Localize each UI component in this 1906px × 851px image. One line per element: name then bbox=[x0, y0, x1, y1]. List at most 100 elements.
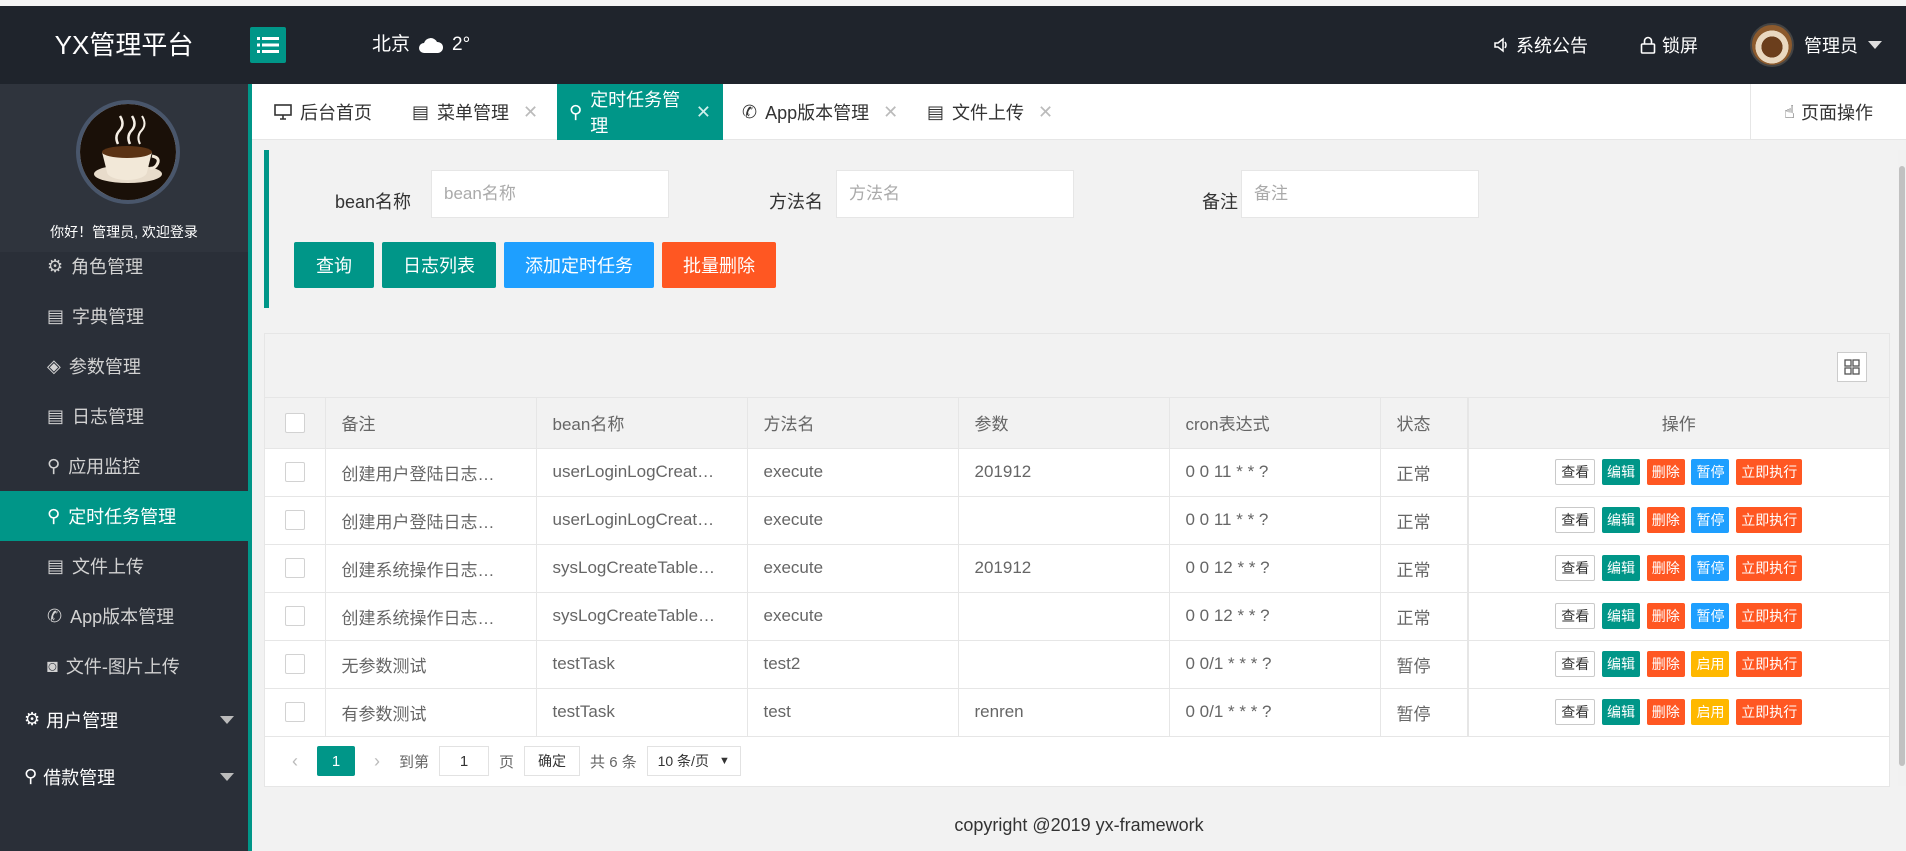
row-checkbox[interactable] bbox=[284, 654, 305, 675]
lock-screen-link[interactable]: 锁屏 bbox=[1640, 32, 1698, 58]
close-icon[interactable]: ✕ bbox=[523, 102, 538, 123]
pause-button[interactable]: 暂停 bbox=[1691, 507, 1730, 533]
pause-button[interactable]: 暂停 bbox=[1691, 555, 1730, 581]
cloud-icon bbox=[419, 38, 444, 53]
delete-button[interactable]: 删除 bbox=[1646, 507, 1685, 533]
method-name-input[interactable] bbox=[836, 170, 1074, 218]
run-now-button[interactable]: 立即执行 bbox=[1736, 459, 1803, 485]
batch-delete-button[interactable]: 批量删除 bbox=[662, 242, 776, 288]
view-button[interactable]: 查看 bbox=[1555, 603, 1596, 629]
delete-button[interactable]: 删除 bbox=[1646, 555, 1685, 581]
add-task-button[interactable]: 添加定时任务 bbox=[504, 242, 654, 288]
view-button[interactable]: 查看 bbox=[1555, 459, 1596, 485]
user-menu[interactable]: 管理员 bbox=[1750, 23, 1882, 67]
remark-input[interactable] bbox=[1241, 170, 1479, 218]
row-checkbox[interactable] bbox=[284, 462, 305, 483]
tab-file-upload[interactable]: ▤ 文件上传 ✕ bbox=[915, 84, 1065, 140]
sidebar-item-file-upload[interactable]: ▤ 文件上传 bbox=[0, 541, 248, 591]
select-all-checkbox[interactable] bbox=[284, 413, 305, 433]
tab-scheduled-tasks[interactable]: ⚲ 定时任务管理 ✕ bbox=[557, 84, 723, 140]
column-header[interactable]: bean名称 bbox=[536, 398, 748, 449]
sidebar-item-monitor[interactable]: ⚲ 应用监控 bbox=[0, 441, 248, 491]
page-operations-button[interactable]: ☝ 页面操作 bbox=[1750, 84, 1906, 140]
page-scrollbar[interactable] bbox=[1898, 150, 1906, 786]
table-row[interactable]: 有参数测试 testTask test renren 0 0/1 * * * ? 暂停 查… bbox=[265, 688, 1890, 737]
run-now-button[interactable]: 立即执行 bbox=[1736, 507, 1803, 533]
view-button[interactable]: 查看 bbox=[1555, 507, 1596, 533]
columns-filter-icon[interactable] bbox=[1837, 352, 1867, 382]
sidebar-item-scheduled-tasks[interactable]: ⚲ 定时任务管理 bbox=[0, 491, 248, 541]
column-header[interactable]: 备注 bbox=[325, 398, 537, 449]
resume-button[interactable]: 启用 bbox=[1691, 651, 1730, 677]
sidebar-item-image-upload[interactable]: ◙ 文件-图片上传 bbox=[0, 641, 248, 691]
column-header[interactable]: 方法名 bbox=[747, 398, 959, 449]
tab-app-version[interactable]: ✆ App版本管理 ✕ bbox=[730, 84, 910, 140]
row-checkbox[interactable] bbox=[284, 558, 305, 579]
log-list-button[interactable]: 日志列表 bbox=[382, 242, 496, 288]
scrollbar-thumb[interactable] bbox=[1899, 166, 1905, 766]
table-row[interactable]: 创建用户登陆日志… userLoginLogCreat… execute 0 0 11… bbox=[265, 496, 1890, 545]
actions-cell: 查看 编辑 删除 暂停 立即执行 bbox=[1467, 544, 1890, 593]
delete-button[interactable]: 删除 bbox=[1646, 459, 1685, 485]
prev-page-icon[interactable]: ‹ bbox=[283, 751, 307, 772]
sidebar-group-loans[interactable]: ⚲ 借款管理 bbox=[0, 748, 248, 805]
row-checkbox[interactable] bbox=[284, 606, 305, 627]
confirm-page-button[interactable]: 确定 bbox=[524, 746, 581, 776]
sidebar-group-users[interactable]: ⚙ 用户管理 bbox=[0, 691, 248, 748]
column-header[interactable]: 参数 bbox=[958, 398, 1170, 449]
table-row[interactable]: 创建用户登陆日志… userLoginLogCreat… execute 201912… bbox=[265, 448, 1890, 497]
pause-button[interactable]: 暂停 bbox=[1691, 459, 1730, 485]
menu-toggle-button[interactable] bbox=[250, 27, 286, 63]
delete-button[interactable]: 删除 bbox=[1646, 699, 1685, 725]
app-logo[interactable]: YX管理平台 bbox=[0, 6, 248, 84]
run-now-button[interactable]: 立即执行 bbox=[1736, 603, 1803, 629]
delete-button[interactable]: 删除 bbox=[1646, 603, 1685, 629]
column-header[interactable]: cron表达式 bbox=[1169, 398, 1381, 449]
cron-cell: 0 0 11 * * ? bbox=[1169, 496, 1381, 545]
edit-button[interactable]: 编辑 bbox=[1602, 603, 1641, 629]
close-icon[interactable]: ✕ bbox=[1038, 102, 1053, 123]
view-button[interactable]: 查看 bbox=[1555, 555, 1596, 581]
edit-button[interactable]: 编辑 bbox=[1602, 555, 1641, 581]
run-now-button[interactable]: 立即执行 bbox=[1736, 699, 1803, 725]
close-icon[interactable]: ✕ bbox=[696, 102, 711, 123]
row-checkbox-cell[interactable] bbox=[265, 592, 326, 641]
sidebar-item-params[interactable]: ◈ 参数管理 bbox=[0, 341, 248, 391]
next-page-icon[interactable]: › bbox=[365, 751, 389, 772]
close-icon[interactable]: ✕ bbox=[883, 102, 898, 123]
edit-button[interactable]: 编辑 bbox=[1602, 459, 1641, 485]
pause-button[interactable]: 暂停 bbox=[1691, 603, 1730, 629]
current-page[interactable]: 1 bbox=[317, 746, 355, 776]
row-checkbox-cell[interactable] bbox=[265, 496, 326, 545]
tab-menu-management[interactable]: ▤ 菜单管理 ✕ bbox=[400, 84, 550, 140]
view-button[interactable]: 查看 bbox=[1555, 651, 1596, 677]
table-row[interactable]: 无参数测试 testTask test2 0 0/1 * * * ? 暂停 查看 编辑 … bbox=[265, 640, 1890, 689]
row-checkbox[interactable] bbox=[284, 510, 305, 531]
sidebar-item-dictionary[interactable]: ▤ 字典管理 bbox=[0, 291, 248, 341]
run-now-button[interactable]: 立即执行 bbox=[1736, 651, 1803, 677]
column-header[interactable]: 状态 bbox=[1380, 398, 1469, 449]
row-checkbox-cell[interactable] bbox=[265, 640, 326, 689]
sidebar-item-logs[interactable]: ▤ 日志管理 bbox=[0, 391, 248, 441]
query-button[interactable]: 查询 bbox=[294, 242, 374, 288]
run-now-button[interactable]: 立即执行 bbox=[1736, 555, 1803, 581]
edit-button[interactable]: 编辑 bbox=[1602, 699, 1641, 725]
view-button[interactable]: 查看 bbox=[1555, 699, 1596, 725]
announcement-link[interactable]: 系统公告 bbox=[1494, 32, 1588, 58]
tab-home[interactable]: 后台首页 bbox=[262, 84, 384, 140]
table-row[interactable]: 创建系统操作日志… sysLogCreateTable… execute 201912… bbox=[265, 544, 1890, 593]
table-row[interactable]: 创建系统操作日志… sysLogCreateTable… execute 0 0 12… bbox=[265, 592, 1890, 641]
row-checkbox-cell[interactable] bbox=[265, 448, 326, 497]
edit-button[interactable]: 编辑 bbox=[1602, 651, 1641, 677]
delete-button[interactable]: 删除 bbox=[1646, 651, 1685, 677]
select-all-checkbox-cell[interactable] bbox=[265, 398, 326, 449]
bean-name-input[interactable] bbox=[431, 170, 669, 218]
row-checkbox[interactable] bbox=[284, 702, 305, 723]
sidebar-item-app-version[interactable]: ✆ App版本管理 bbox=[0, 591, 248, 641]
row-checkbox-cell[interactable] bbox=[265, 544, 326, 593]
page-number-input[interactable]: 1 bbox=[439, 746, 490, 776]
edit-button[interactable]: 编辑 bbox=[1602, 507, 1641, 533]
row-checkbox-cell[interactable] bbox=[265, 688, 326, 737]
page-size-select[interactable]: 10 条/页 ▼ bbox=[646, 746, 741, 776]
resume-button[interactable]: 启用 bbox=[1691, 699, 1730, 725]
